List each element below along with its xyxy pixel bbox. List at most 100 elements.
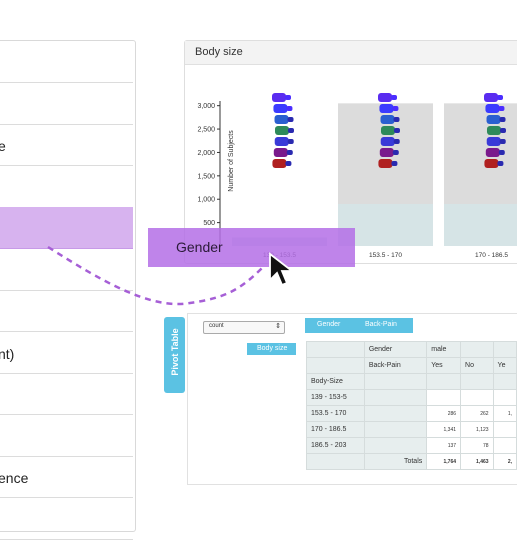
pivot-empty-cell — [363, 405, 428, 422]
variable-list-item-label: e — [0, 138, 6, 154]
vertebra — [378, 159, 393, 168]
variable-list-item[interactable] — [0, 207, 133, 249]
pivot-empty-cell — [363, 373, 428, 390]
variable-list-item[interactable] — [0, 415, 133, 457]
variable-list-item[interactable]: e — [0, 124, 133, 166]
pivot-header-cell — [492, 341, 517, 358]
pivot-empty-cell — [492, 373, 517, 390]
x-tick-label: 153.5 - 170 — [369, 252, 402, 259]
variable-list-item-label: nt) — [0, 345, 15, 362]
vertebra-process — [498, 106, 505, 111]
pivot-row-label: 186.5 - 203 — [306, 437, 365, 454]
vertebra-process — [499, 117, 506, 122]
column-chip-gender[interactable]: Gender — [317, 321, 340, 328]
pivot-value-cell: 78 — [460, 437, 494, 454]
pivot-header-cell: Ye — [492, 357, 517, 374]
vertebra — [379, 148, 394, 157]
vertebra — [486, 137, 501, 146]
variable-list-item[interactable] — [0, 41, 133, 83]
vertebra-process — [391, 95, 397, 100]
column-chips-bar[interactable]: Gender Back-Pain — [305, 318, 413, 333]
pivot-tab-label: Pivot Table — [170, 328, 180, 376]
pivot-empty-cell — [306, 453, 365, 470]
vertebra — [274, 137, 289, 146]
pivot-header-cell: Back-Pain — [363, 357, 428, 374]
vertebra — [380, 126, 395, 135]
variable-list-item[interactable] — [0, 373, 133, 415]
pivot-value-cell: 262 — [460, 405, 494, 422]
vertebra-process — [393, 128, 400, 133]
y-tick-label: 3,000 — [197, 103, 215, 110]
variable-list-item[interactable] — [0, 166, 133, 208]
vertebra — [379, 104, 394, 113]
y-axis-label: Number of Subjects — [228, 130, 235, 192]
pivot-total-cell: 1,463 — [460, 453, 494, 470]
pivot-header-cell — [460, 341, 494, 358]
vertebra-process — [287, 117, 294, 122]
pivot-table-tab[interactable]: Pivot Table — [164, 317, 185, 393]
pivot-row-label: 153.5 - 170 — [306, 405, 365, 422]
vertebra-process — [286, 150, 293, 155]
vertebra-process — [285, 95, 291, 100]
pivot-total-cell: 1,764 — [426, 453, 462, 470]
table-row: 153.5 - 170 286 262 1, — [306, 405, 517, 422]
vertebra — [273, 104, 288, 113]
variable-list-item[interactable]: nt) — [0, 332, 133, 374]
pivot-value-cell — [492, 437, 517, 454]
variable-list-item[interactable] — [0, 83, 133, 125]
vertebra-process — [287, 139, 294, 144]
row-chip-label: Body size — [257, 345, 288, 352]
aggregator-select[interactable]: count ⇕ — [203, 321, 285, 334]
vertebra — [485, 104, 500, 113]
mouse-cursor-icon — [269, 252, 295, 287]
pivot-header-cell: Yes — [426, 357, 462, 374]
pivot-empty-cell — [460, 373, 494, 390]
drag-ghost-gender[interactable]: Gender — [148, 228, 355, 267]
vertebra — [380, 115, 395, 124]
pivot-value-cell — [492, 389, 517, 406]
vertebra-process — [499, 128, 506, 133]
table-row: 186.5 - 203 137 78 — [306, 437, 517, 454]
pivot-value-cell: 137 — [426, 437, 462, 454]
pivot-header-cell — [306, 341, 365, 358]
pivot-empty-cell — [426, 373, 462, 390]
pivot-header-cell — [306, 357, 365, 374]
y-tick-label: 500 — [203, 220, 215, 227]
variable-list: e nt) ence — [0, 40, 136, 540]
vertebra-process — [499, 139, 506, 144]
pivot-empty-cell — [363, 421, 428, 438]
vertebra-process — [497, 161, 504, 166]
variable-list-item[interactable] — [0, 498, 133, 540]
vertebra-process — [391, 161, 398, 166]
vertebra-process — [392, 150, 399, 155]
column-chip-back-pain[interactable]: Back-Pain — [365, 321, 397, 328]
variable-list-item[interactable]: ence — [0, 456, 133, 498]
vertebra — [486, 126, 501, 135]
vertebra — [486, 115, 501, 124]
bar-lower-segment — [444, 204, 517, 246]
row-chip-body-size[interactable]: Body size — [247, 343, 296, 355]
pivot-value-cell: 286 — [426, 405, 462, 422]
vertebra — [272, 159, 287, 168]
pivot-empty-cell — [363, 389, 428, 406]
vertebra — [484, 93, 498, 102]
vertebra-process — [497, 95, 503, 100]
vertebra — [484, 159, 499, 168]
chevron-updown-icon: ⇕ — [275, 323, 281, 330]
pivot-total-cell: 2, — [492, 453, 517, 470]
pivot-totals-row: Totals 1,764 1,463 2, — [306, 453, 517, 470]
pivot-value-cell: 1,341 — [426, 421, 462, 438]
pivot-row-header: Body-Size — [306, 373, 365, 390]
table-row: 170 - 186.5 1,341 1,123 — [306, 421, 517, 438]
variable-list-item-label: ence — [0, 470, 29, 486]
pivot-header-row: Gender male — [306, 341, 517, 358]
variable-list-item[interactable] — [0, 290, 133, 332]
y-tick-label: 1,000 — [197, 197, 215, 204]
spine-icon — [272, 93, 294, 168]
pivot-header-cell: Gender — [363, 341, 428, 358]
pivot-header-row: Back-Pain Yes No Ye — [306, 357, 517, 374]
pivot-row-label: 170 - 186.5 — [306, 421, 365, 438]
variable-list-item[interactable] — [0, 249, 133, 291]
pivot-data-table: Gender male Back-Pain Yes No Ye Body-Size 139 -… — [306, 341, 517, 470]
vertebra — [274, 126, 289, 135]
